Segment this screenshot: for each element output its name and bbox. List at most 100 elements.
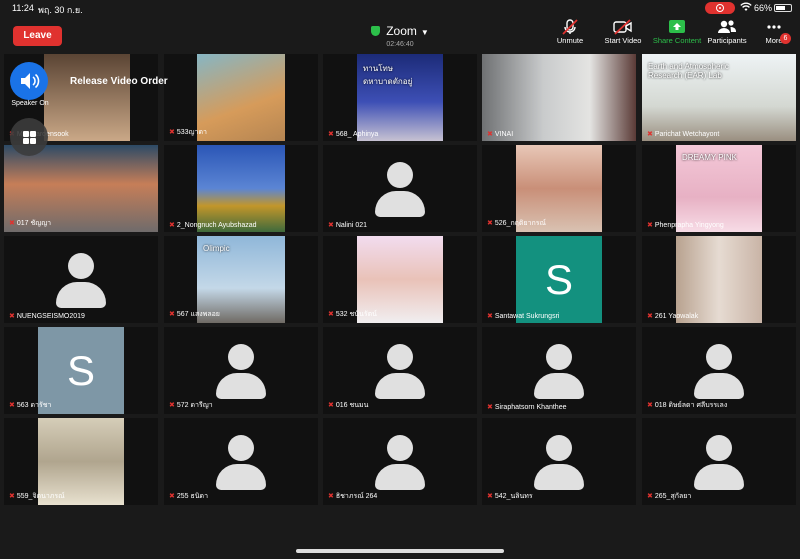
wifi-icon <box>740 2 752 15</box>
participant-tile[interactable]: ✖ 542_นลินทร <box>482 418 636 505</box>
gallery-view-toggle[interactable] <box>10 118 48 156</box>
participant-tile[interactable]: S ✖ Santawat Sukrungsri <box>482 236 636 323</box>
shield-icon <box>371 26 381 36</box>
participant-tile[interactable]: ✖ 265_สุกัลยา <box>642 418 796 505</box>
participant-video <box>197 145 285 232</box>
participant-tile[interactable]: S ✖ 563 ดารัชา <box>4 327 158 414</box>
participant-tile[interactable]: ✖ 261 Yaowalak <box>642 236 796 323</box>
participant-name: 542_นลินทร <box>494 493 533 500</box>
participant-tile[interactable]: ✖ VINAI <box>482 54 636 141</box>
participant-name: Parichat Wetchayont <box>654 131 720 138</box>
muted-mic-icon: ✖ <box>169 402 175 409</box>
participant-name: 255 ธนิดา <box>176 493 209 500</box>
participant-name: 016 ชนมน <box>335 402 369 409</box>
participant-tile[interactable]: DREAMY PINK ✖ Phenprapha Yingyong <box>642 145 796 232</box>
toolbar-label: More <box>765 36 783 45</box>
muted-mic-icon <box>540 18 600 36</box>
avatar-body <box>534 373 584 399</box>
participant-name: 2_Nongnuch Ayubshazad <box>176 222 257 229</box>
participant-tile[interactable]: Earth and Atmospheric Research (EAR) Lab… <box>642 54 796 141</box>
participant-name-label: ✖ 2_Nongnuch Ayubshazad <box>169 221 257 229</box>
participant-name-label: ✖ 018 ดิษย์ลดา ศลีบรรเลง <box>647 400 727 411</box>
participant-tile[interactable]: ✖ NUENGSEISMO2019 <box>4 236 158 323</box>
unmute-button[interactable]: Unmute <box>540 18 600 50</box>
participant-tile[interactable]: ✖ Siraphatsorn Khanthee <box>482 327 636 414</box>
muted-mic-icon: ✖ <box>328 493 334 500</box>
muted-mic-icon: ✖ <box>647 131 653 138</box>
muted-mic-icon: ✖ <box>647 222 653 229</box>
clock: 11:24 <box>12 3 34 13</box>
meeting-toolbar: Leave Zoom ▼ 02:46:40 Unmute Start Video Sh… <box>0 16 800 52</box>
notification-badge: 6 <box>780 33 791 44</box>
leave-button[interactable]: Leave <box>13 26 62 46</box>
avatar-head <box>387 162 413 188</box>
grid-icon-cell <box>23 138 29 144</box>
participant-tile[interactable]: ✖ 255 ธนิดา <box>164 418 318 505</box>
participant-tile[interactable]: ✖ 572 ดารีญา <box>164 327 318 414</box>
avatar-body <box>375 373 425 399</box>
participant-name: 532 ชนันรัตน์ <box>335 311 377 318</box>
participant-tile[interactable]: ✖ 018 ดิษย์ลดา ศลีบรรเลง <box>642 327 796 414</box>
participant-name-label: ✖ 261 Yaowalak <box>647 312 698 320</box>
participant-name: Santawat Sukrungsri <box>494 313 560 320</box>
participant-tile[interactable]: ✖ 533ญาดา <box>164 54 318 141</box>
muted-mic-icon: ✖ <box>328 222 334 229</box>
participant-name-label: ✖ ธิชาภรณ์ 264 <box>328 491 377 502</box>
participant-name: Nalini 021 <box>335 222 368 229</box>
participant-name-label: ✖ 567 แสงพลอย <box>169 309 220 320</box>
muted-mic-icon: ✖ <box>647 493 653 500</box>
speaker-label: Speaker On <box>11 100 49 107</box>
participant-tile[interactable]: ทานโทษ ดหาบาดตักอยู่ ✖ 568_ Aphinya <box>323 54 477 141</box>
avatar-letter: S <box>516 236 602 323</box>
home-indicator[interactable] <box>296 549 504 553</box>
participant-tile[interactable]: ✖ 559_จิตนาภรณ์ <box>4 418 158 505</box>
release-video-order-button[interactable]: Release Video Order <box>70 76 168 87</box>
muted-mic-icon: ✖ <box>487 313 493 320</box>
participant-name: ธิชาภรณ์ 264 <box>335 493 378 500</box>
participant-name-label: ✖ 265_สุกัลยา <box>647 491 691 502</box>
toolbar-label: Start Video <box>604 36 642 45</box>
participant-name: 559_จิตนาภรณ์ <box>16 493 65 500</box>
participant-tile[interactable]: ✖ Nalini 021 <box>323 145 477 232</box>
meeting-duration: 02:46:40 <box>386 41 414 48</box>
participant-name-label: ✖ 563 ดารัชา <box>9 400 51 411</box>
muted-mic-icon: ✖ <box>169 493 175 500</box>
participant-tile[interactable]: ✖ ธิชาภรณ์ 264 <box>323 418 477 505</box>
participant-tile[interactable]: ✖ 526_กฤติยากรณ์ <box>482 145 636 232</box>
participant-name-label: ✖ 016 ชนมน <box>328 400 368 411</box>
muted-mic-icon: ✖ <box>169 311 175 318</box>
participant-tile[interactable]: ✖ 2_Nongnuch Ayubshazad <box>164 145 318 232</box>
participant-name: 533ญาดา <box>176 129 207 136</box>
date: พฤ. 30 ก.ย. <box>38 5 83 15</box>
avatar-body <box>694 373 744 399</box>
muted-mic-icon: ✖ <box>487 493 493 500</box>
participant-tile[interactable]: Olimpic ✖ 567 แสงพลอย <box>164 236 318 323</box>
start-video-button[interactable]: Start Video <box>593 18 653 50</box>
video-overlay-text: Olimpic <box>203 244 230 253</box>
participant-name: 568_ Aphinya <box>335 131 379 138</box>
toolbar-label: Unmute <box>556 36 584 45</box>
speaker-toggle[interactable]: Speaker On <box>10 62 50 112</box>
participant-name: 018 ดิษย์ลดา ศลีบรรเลง <box>654 402 728 409</box>
battery-level <box>776 6 786 10</box>
more-button[interactable]: More <box>744 18 800 50</box>
participant-name: 265_สุกัลยา <box>654 493 692 500</box>
participant-name-label: ✖ VINAI <box>487 130 513 138</box>
participant-name: 563 ดารัชา <box>16 402 52 409</box>
avatar-head <box>228 435 254 461</box>
avatar-head <box>546 344 572 370</box>
video-off-icon <box>593 18 653 36</box>
participant-tile[interactable]: ✖ 532 ชนันรัตน์ <box>323 236 477 323</box>
avatar-body <box>56 282 106 308</box>
meeting-title-area[interactable]: Zoom ▼ 02:46:40 <box>270 24 530 48</box>
avatar-body <box>216 373 266 399</box>
recording-indicator <box>705 2 735 14</box>
participant-tile[interactable]: ✖ 016 ชนมน <box>323 327 477 414</box>
muted-mic-icon: ✖ <box>487 131 493 138</box>
participant-video <box>197 54 285 141</box>
participant-video <box>676 236 762 323</box>
speaker-icon <box>10 62 48 100</box>
muted-mic-icon: ✖ <box>9 220 15 227</box>
participant-tile[interactable]: ✖ 017 ชัญญา <box>4 145 158 232</box>
battery-icon <box>774 4 792 12</box>
